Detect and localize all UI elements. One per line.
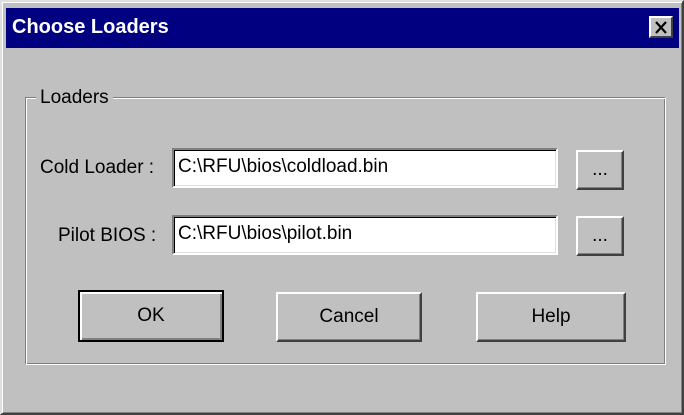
pilot-bios-label: Pilot BIOS : [58, 225, 157, 246]
close-button[interactable] [649, 16, 673, 38]
cold-loader-browse-button[interactable]: ... [576, 150, 624, 190]
cold-loader-label: Cold Loader : [40, 157, 155, 178]
close-icon [655, 20, 667, 34]
dialog-window: Choose Loaders Loaders Cold Loader : C:\… [0, 0, 684, 415]
window-title: Choose Loaders [12, 16, 169, 38]
pilot-bios-field[interactable]: C:\RFU\bios\pilot.bin [172, 215, 558, 255]
title-bar[interactable]: Choose Loaders [6, 8, 679, 48]
groupbox-label: Loaders [36, 87, 113, 109]
ok-button[interactable]: OK [78, 290, 224, 342]
cold-loader-field[interactable]: C:\RFU\bios\coldload.bin [172, 148, 558, 188]
help-button[interactable]: Help [476, 292, 626, 342]
cancel-button[interactable]: Cancel [276, 292, 422, 342]
pilot-bios-browse-button[interactable]: ... [576, 216, 624, 256]
